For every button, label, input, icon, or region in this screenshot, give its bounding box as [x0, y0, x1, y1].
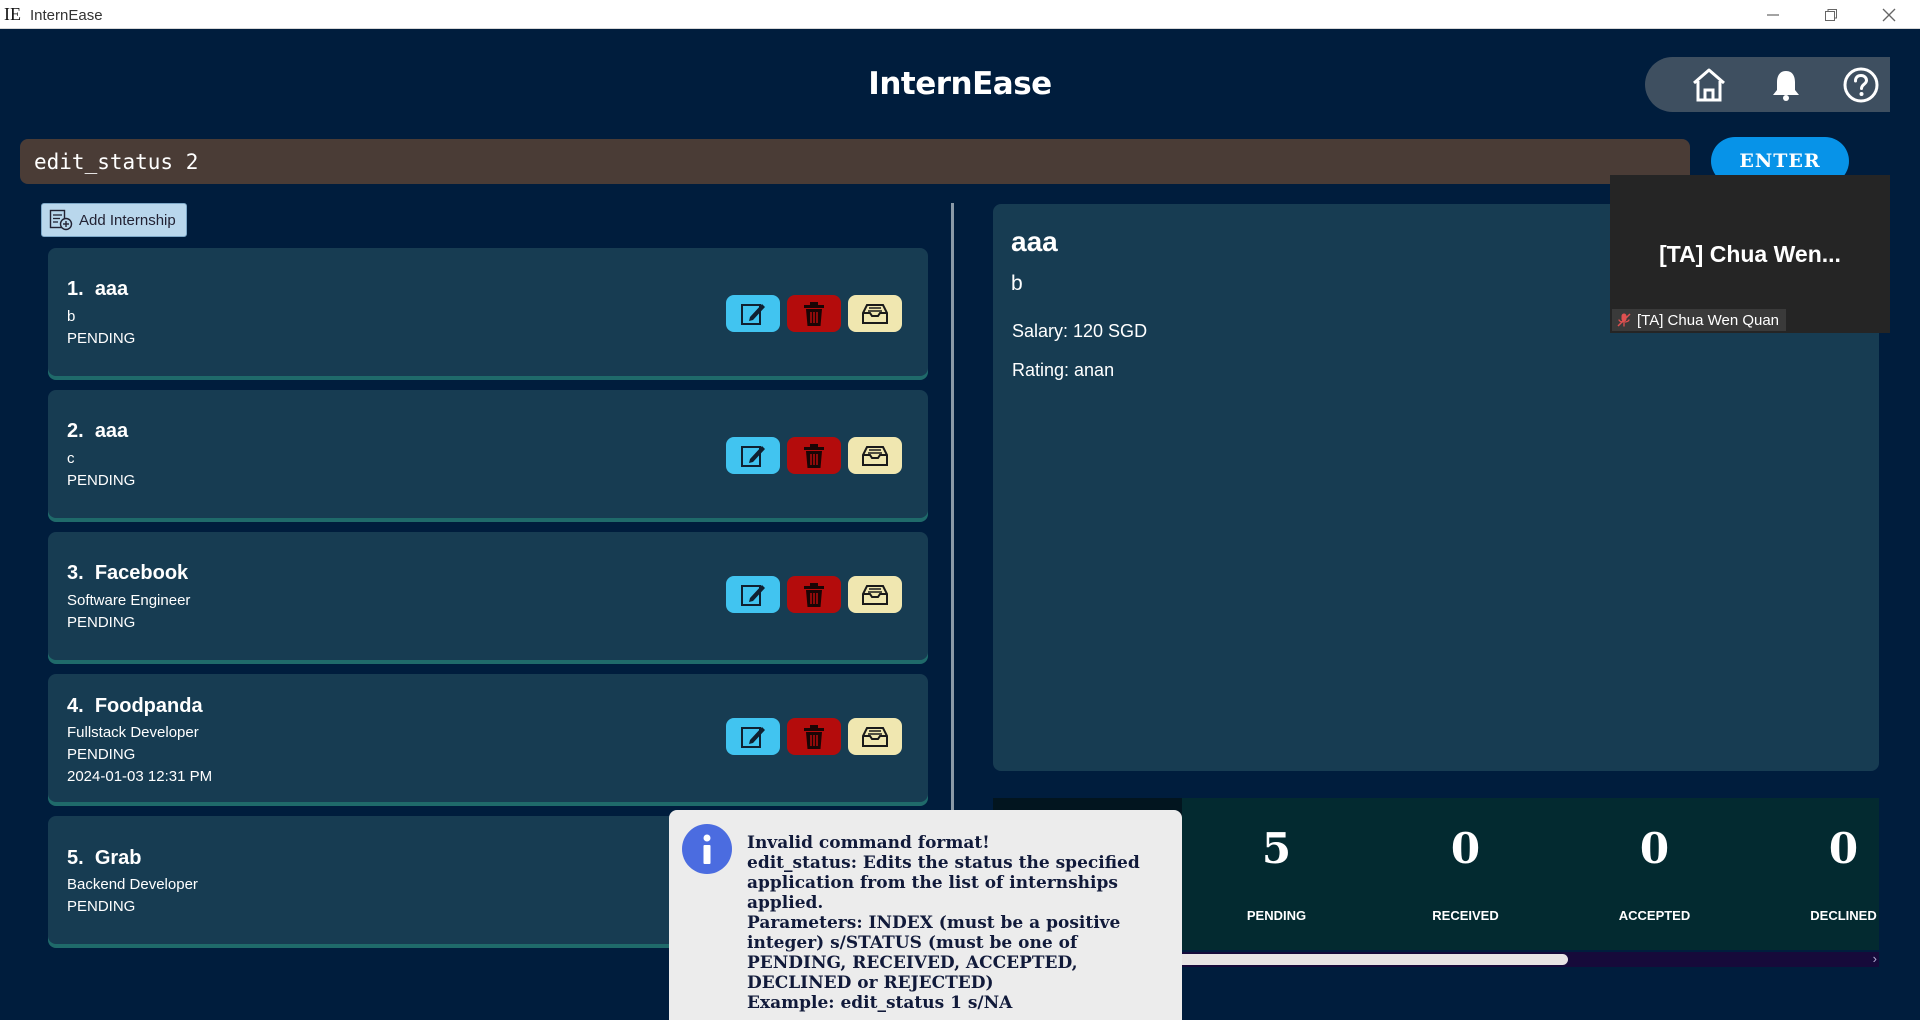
minimize-button[interactable] — [1744, 0, 1802, 29]
scroll-right-icon[interactable]: › — [1873, 951, 1877, 966]
detail-company: aaa — [1011, 226, 1058, 257]
internship-title: 2. aaa — [67, 420, 129, 442]
stat-value: 0 — [1828, 824, 1859, 873]
window-title: InternEase — [30, 7, 103, 24]
internship-status: PENDING — [67, 330, 136, 347]
restore-button[interactable] — [1802, 0, 1860, 29]
video-call-tile[interactable]: [TA] Chua Wen... [TA] Chua Wen Quan — [1610, 175, 1890, 333]
inbox-tray-icon — [862, 303, 888, 324]
close-button[interactable] — [1860, 0, 1918, 29]
internship-status: PENDING — [67, 746, 136, 763]
internship-title: 1. aaa — [67, 278, 129, 300]
internship-card[interactable]: 2. aaa c PENDING — [48, 390, 928, 518]
stat-label: DECLINED — [1810, 908, 1877, 923]
internship-role: Fullstack Developer — [67, 724, 199, 741]
edit-icon — [741, 584, 765, 606]
window-titlebar: IE InternEase — [0, 0, 1920, 29]
internship-title: 3. Facebook — [67, 562, 189, 584]
detail-rating: Rating: anan — [1012, 360, 1115, 380]
error-message-line: Parameters: INDEX (must be a positive in… — [747, 913, 1121, 993]
archive-button[interactable] — [848, 576, 902, 613]
edit-icon — [741, 726, 765, 748]
close-icon — [1882, 8, 1896, 21]
trash-icon — [804, 582, 824, 607]
internship-title: 4. Foodpanda — [67, 695, 203, 717]
restore-icon — [1825, 8, 1837, 21]
delete-button[interactable] — [787, 576, 841, 613]
stat-label: ACCEPTED — [1618, 908, 1691, 923]
error-message-line: Invalid command format! — [747, 833, 990, 853]
internship-status: PENDING — [67, 472, 136, 489]
edit-icon — [741, 445, 765, 467]
internship-card[interactable]: 4. Foodpanda Fullstack Developer PENDING… — [48, 674, 928, 802]
stat-received: 0 RECEIVED — [1371, 798, 1560, 950]
edit-button[interactable] — [726, 295, 780, 332]
delete-button[interactable] — [787, 437, 841, 474]
stat-label: RECEIVED — [1432, 908, 1499, 923]
error-message-line: edit_status: Edits the status the specif… — [747, 853, 1140, 913]
inbox-tray-icon — [862, 726, 888, 747]
add-internship-label: Add Internship — [79, 211, 176, 229]
edit-button[interactable] — [726, 437, 780, 474]
scrollbar-thumb[interactable] — [1143, 954, 1568, 965]
help-icon — [1843, 67, 1879, 103]
command-input[interactable] — [20, 139, 1690, 184]
internship-card[interactable]: 3. Facebook Software Engineer PENDING — [48, 532, 928, 660]
mic-muted-icon — [1617, 313, 1631, 327]
edit-icon — [741, 303, 765, 325]
app-heading: InternEase — [868, 66, 1052, 102]
edit-button[interactable] — [726, 718, 780, 755]
home-icon — [1693, 68, 1725, 102]
internship-card[interactable]: 1. aaa b PENDING — [48, 248, 928, 376]
minimize-icon — [1767, 13, 1779, 16]
notifications-button[interactable] — [1765, 64, 1807, 106]
archive-button[interactable] — [848, 437, 902, 474]
participant-name: [TA] Chua Wen... — [1659, 241, 1841, 267]
internship-title: 5. Grab — [67, 847, 142, 869]
delete-button[interactable] — [787, 718, 841, 755]
stat-value: 0 — [1639, 824, 1670, 873]
internship-role: Backend Developer — [67, 876, 198, 893]
participant-full-name: [TA] Chua Wen Quan — [1637, 311, 1780, 329]
stat-label: PENDING — [1246, 908, 1307, 923]
stat-declined: 0 DECLINED — [1749, 798, 1879, 950]
home-button[interactable] — [1688, 64, 1730, 106]
add-internship-button[interactable]: Add Internship — [41, 203, 187, 237]
archive-button[interactable] — [848, 718, 902, 755]
trash-icon — [804, 443, 824, 468]
stat-value: 0 — [1450, 824, 1481, 873]
edit-button[interactable] — [726, 576, 780, 613]
internship-role: c — [67, 450, 75, 467]
internship-status: PENDING — [67, 614, 136, 631]
nav-bar — [1645, 57, 1890, 112]
trash-icon — [804, 724, 824, 749]
info-icon — [682, 824, 732, 874]
internship-date: 2024-01-03 12:31 PM — [67, 768, 213, 785]
participant-label: [TA] Chua Wen Quan — [1612, 309, 1787, 331]
app-icon: IE — [4, 4, 21, 24]
internship-role: Software Engineer — [67, 592, 191, 609]
inbox-tray-icon — [862, 584, 888, 605]
detail-salary: Salary: 120 SGD — [1012, 321, 1148, 341]
inbox-tray-icon — [862, 445, 888, 466]
error-popup: Invalid command format! edit_status: Edi… — [669, 810, 1182, 1020]
archive-button[interactable] — [848, 295, 902, 332]
help-button[interactable] — [1840, 64, 1882, 106]
stat-accepted: 0 ACCEPTED — [1560, 798, 1749, 950]
stat-pending: 5 PENDING — [1182, 798, 1371, 950]
add-document-icon — [49, 209, 73, 231]
error-message-line: Example: edit_status 1 s/NA — [747, 993, 1013, 1013]
error-message: Invalid command format! edit_status: Edi… — [747, 833, 1172, 1013]
trash-icon — [804, 301, 824, 326]
delete-button[interactable] — [787, 295, 841, 332]
detail-role: b — [1011, 272, 1023, 295]
bell-icon — [1773, 71, 1799, 101]
internship-role: b — [67, 308, 76, 325]
stat-value: 5 — [1261, 824, 1292, 873]
internship-status: PENDING — [67, 898, 136, 915]
